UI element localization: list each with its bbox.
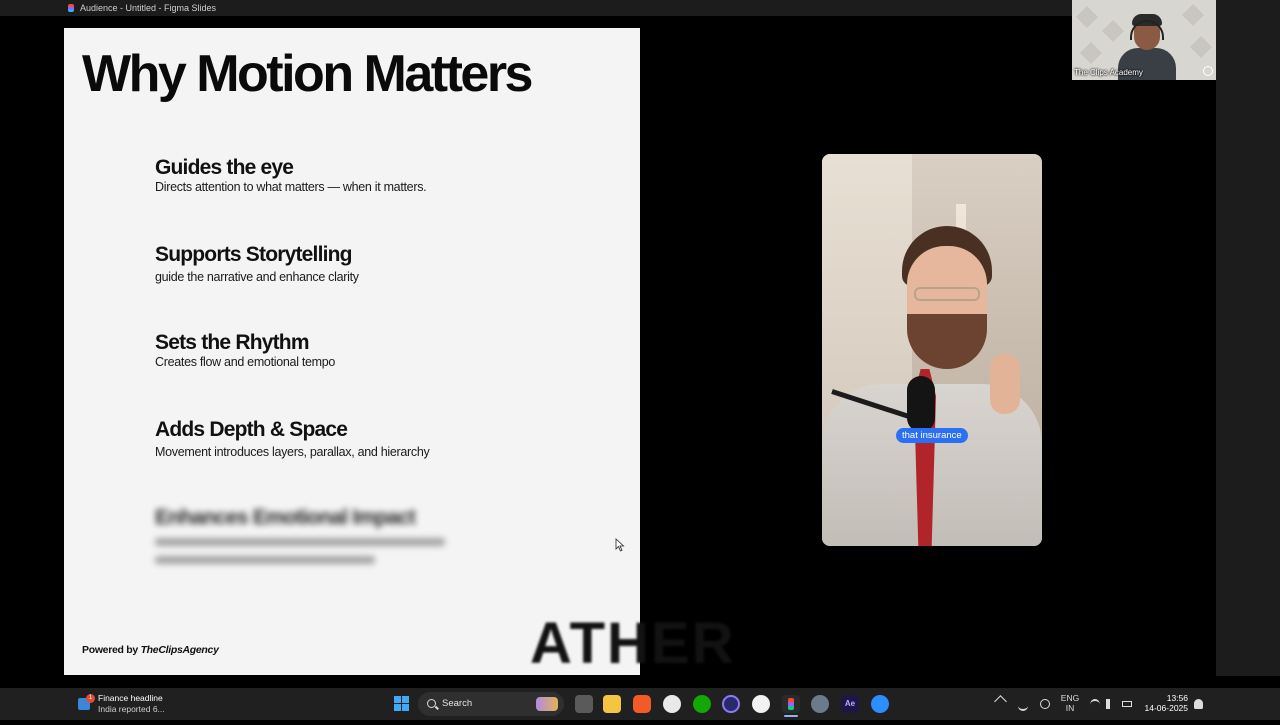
video-caption: that insurance [896, 428, 968, 443]
system-clock[interactable]: 13:56 14-06-2025 [1140, 693, 1188, 713]
news-widget[interactable]: 1 Finance headline India reported 6... [78, 692, 188, 716]
powered-prefix: Powered by [82, 644, 141, 656]
clock-time: 13:56 [1166, 693, 1188, 703]
start-button[interactable] [392, 694, 412, 714]
point-heading: Guides the eye [155, 156, 294, 179]
zoom-icon[interactable] [871, 695, 889, 713]
microphone [907, 376, 935, 432]
wifi-icon[interactable] [1090, 699, 1100, 711]
news-subtitle: India reported 6... [98, 704, 165, 714]
search-highlight-icon [536, 697, 558, 711]
figma-icon [68, 4, 74, 12]
mouse-cursor-icon [615, 538, 625, 552]
point-heading: Enhances Emotional Impact [155, 506, 416, 529]
blurred-text-lines [155, 538, 575, 564]
after-effects-icon[interactable]: Ae [841, 695, 859, 713]
settings-icon[interactable] [811, 695, 829, 713]
search-icon [427, 699, 436, 708]
file-explorer-icon[interactable] [575, 695, 593, 713]
language-indicator[interactable]: ENG IN [1060, 693, 1080, 725]
d-app-icon[interactable] [752, 695, 770, 713]
stage-gutter [1216, 16, 1280, 676]
background-watermark: ATHER [530, 611, 736, 676]
point-guides-the-eye: Guides the eye Directs attention to what… [155, 156, 575, 195]
figma-taskbar-icon[interactable] [782, 695, 800, 717]
point-enhances-emotional-impact: Enhances Emotional Impact [155, 506, 575, 564]
upwork-icon[interactable] [693, 695, 711, 713]
region-code: IN [1065, 703, 1075, 713]
point-supports-storytelling: Supports Storytelling guide the narrativ… [155, 243, 575, 285]
point-text: Directs attention to what matters — when… [155, 180, 427, 194]
battery-icon[interactable] [1122, 701, 1132, 707]
circle-app-icon[interactable] [722, 695, 740, 713]
volume-icon[interactable] [1106, 699, 1116, 709]
clock-date: 14-06-2025 [1144, 703, 1188, 713]
point-text: Movement introduces layers, parallax, an… [155, 445, 430, 459]
taskbar-search[interactable]: Search [418, 692, 564, 716]
powered-brand: TheClipsAgency [140, 644, 219, 656]
webcam-label: The Clips Academy [1074, 68, 1143, 77]
window-title: Audience - Untitled - Figma Slides [80, 3, 217, 13]
point-adds-depth-space: Adds Depth & Space Movement introduces l… [155, 418, 575, 460]
point-heading: Sets the Rhythm [155, 331, 310, 354]
point-sets-the-rhythm: Sets the Rhythm Creates flow and emotion… [155, 331, 575, 370]
taskbar: 1 Finance headline India reported 6... S… [0, 688, 1280, 720]
show-hidden-icons-icon[interactable] [994, 695, 1007, 708]
point-text: Creates flow and emotional tempo [155, 355, 336, 369]
vpn-icon[interactable] [1040, 699, 1050, 709]
folder-icon[interactable] [603, 695, 621, 713]
powered-by: Powered by TheClipsAgency [82, 644, 219, 656]
video-preview[interactable]: that insurance [822, 154, 1042, 546]
language-code: ENG [1060, 693, 1080, 703]
webcam-overlay: The Clips Academy [1072, 0, 1216, 80]
point-heading: Adds Depth & Space [155, 418, 348, 441]
point-text: guide the narrative and enhance clarity [155, 270, 359, 284]
onedrive-icon[interactable] [1018, 699, 1028, 711]
slide-title: Why Motion Matters [82, 45, 533, 103]
search-label: Search [442, 698, 473, 709]
brave-icon[interactable] [633, 695, 651, 713]
news-title: Finance headline [98, 693, 163, 703]
point-heading: Supports Storytelling [155, 243, 353, 266]
slide: Why Motion Matters Guides the eye Direct… [64, 28, 640, 675]
notification-badge: 1 [86, 694, 95, 703]
notification-bell-icon[interactable] [1194, 699, 1203, 709]
slack-icon[interactable] [663, 695, 681, 713]
camera-settings-icon[interactable] [1203, 66, 1213, 76]
